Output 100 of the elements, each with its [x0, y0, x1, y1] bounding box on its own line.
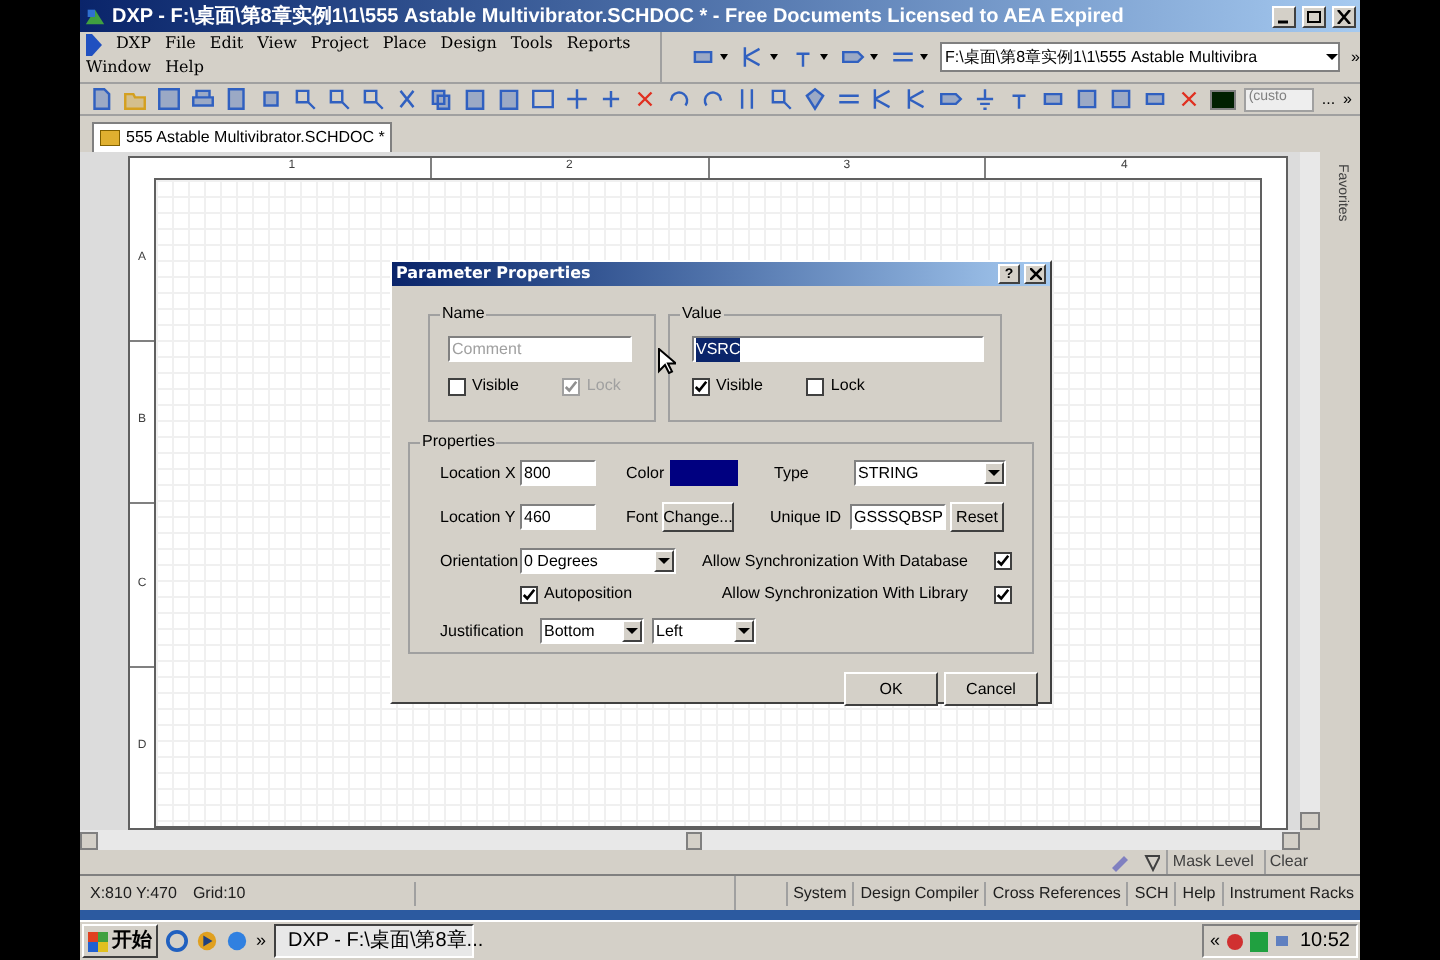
menu-item[interactable]: Reports — [566, 32, 631, 56]
document-icon[interactable] — [88, 86, 114, 112]
close-icon[interactable] — [1024, 264, 1046, 284]
dropdown-arrow-icon[interactable] — [1325, 53, 1338, 61]
panel-button[interactable]: Instrument Racks — [1221, 881, 1360, 905]
undo-icon[interactable] — [666, 86, 692, 112]
vertical-justification-dropdown[interactable]: Bottom — [540, 618, 644, 644]
panel-button[interactable]: SCH — [1126, 881, 1175, 905]
checkbox[interactable] — [692, 377, 710, 395]
checkbox-label: Autoposition — [544, 582, 633, 606]
scroll-thumb[interactable] — [686, 831, 702, 849]
dropdown-arrow-icon[interactable] — [819, 54, 828, 60]
document-tab[interactable]: 555 Astable Multivibrator.SCHDOC * — [92, 122, 393, 152]
menu-item[interactable]: View — [257, 32, 297, 56]
menu-item[interactable]: Edit — [209, 32, 244, 56]
network-icon[interactable] — [1273, 931, 1294, 951]
sheet-symbol-icon[interactable] — [1108, 86, 1134, 112]
menu-item[interactable]: Place — [382, 32, 427, 56]
chip-icon[interactable] — [258, 86, 284, 112]
checkmark-icon — [996, 587, 1010, 601]
printer-icon[interactable] — [190, 86, 216, 112]
dialog-title: Parameter Properties — [396, 262, 593, 286]
scroll-down-button[interactable] — [1300, 812, 1320, 830]
checkbox[interactable] — [806, 377, 825, 395]
orientation-dropdown[interactable]: 0 Degrees — [520, 548, 676, 574]
color-swatch[interactable] — [1210, 89, 1237, 109]
reset-button[interactable]: Reset — [950, 502, 1004, 532]
color-swatch[interactable] — [670, 460, 738, 486]
menu-item[interactable]: File — [165, 32, 196, 56]
ground-icon[interactable] — [972, 86, 998, 112]
panel-button[interactable]: Design Compiler — [852, 881, 985, 905]
magnifier-icon[interactable] — [360, 86, 386, 112]
path-combo[interactable]: F:\桌面\第8章实例1\1\555 Astable Multivibra — [939, 42, 1340, 72]
crosshair-icon[interactable] — [564, 86, 590, 112]
menu-item[interactable]: Project — [310, 32, 369, 56]
toolbar-chevron[interactable]: » — [1351, 45, 1360, 69]
location-y-field[interactable]: 460 — [520, 504, 596, 530]
dropdown-arrow-icon[interactable] — [769, 54, 778, 60]
close-icon[interactable] — [1332, 5, 1356, 27]
checkmark-icon — [694, 379, 708, 393]
checkbox[interactable] — [448, 377, 466, 395]
maximize-icon[interactable] — [1302, 5, 1326, 27]
panel-button[interactable]: Help — [1174, 881, 1222, 905]
location-x-field[interactable]: 800 — [520, 460, 596, 486]
type-dropdown[interactable]: STRING — [854, 460, 1006, 486]
menu-item[interactable]: Help — [165, 56, 204, 80]
checkbox[interactable] — [994, 552, 1012, 570]
checkbox-label: Visible — [716, 374, 763, 398]
sheet-symbol-icon[interactable] — [1074, 86, 1100, 112]
scroll-right-button[interactable] — [1282, 831, 1300, 849]
checkbox[interactable] — [994, 585, 1012, 603]
move-icon[interactable] — [598, 86, 624, 112]
checkbox[interactable] — [520, 585, 538, 603]
cursor-coordinates: X:810 Y:470 — [88, 881, 177, 905]
panel-button[interactable]: Cross References — [984, 881, 1127, 905]
unique-id-field[interactable]: GSSSQBSP — [850, 504, 946, 530]
clock: 10:52 — [1299, 928, 1350, 956]
scroll-left-button[interactable] — [80, 831, 98, 849]
menu-item[interactable]: DXP — [116, 32, 151, 56]
horizontal-justification-dropdown[interactable]: Left — [652, 618, 756, 644]
clipboard-icon[interactable] — [462, 86, 488, 112]
mask-level-button[interactable]: Mask Level — [1166, 850, 1258, 874]
panel-button[interactable]: System — [785, 881, 853, 905]
dxp-logo-icon[interactable] — [86, 33, 102, 55]
more-label[interactable]: ... — [1321, 87, 1336, 111]
x-icon[interactable] — [1176, 86, 1202, 112]
dropdown-arrow-icon[interactable] — [919, 54, 928, 60]
copy-icon[interactable] — [428, 86, 454, 112]
group-label: Value — [680, 304, 724, 324]
app-icon — [84, 5, 106, 27]
change-font-button[interactable]: Change... — [662, 502, 734, 532]
vertical-scrollbar[interactable] — [1300, 152, 1320, 830]
selection-icon[interactable] — [530, 86, 556, 112]
menu-item[interactable]: Tools — [510, 32, 553, 56]
magnifier-icon[interactable] — [326, 86, 352, 112]
menu-item[interactable]: Design — [440, 32, 497, 56]
dropdown-arrow-icon[interactable] — [719, 54, 728, 60]
dropdown-arrow-icon[interactable] — [869, 54, 878, 60]
minimize-icon[interactable] — [1272, 5, 1296, 27]
windows-logo-icon — [88, 931, 108, 951]
x-icon[interactable] — [632, 86, 658, 112]
clipboard-icon[interactable] — [496, 86, 522, 112]
menu-item[interactable]: Window — [86, 56, 152, 80]
horizontal-scrollbar[interactable] — [80, 830, 1300, 850]
redo-icon[interactable] — [700, 86, 726, 112]
ok-button[interactable]: OK — [844, 672, 938, 706]
cancel-button[interactable]: Cancel — [944, 672, 1038, 706]
toolbar-chevron[interactable]: » — [1343, 87, 1360, 111]
page-icon[interactable] — [224, 86, 250, 112]
magnifier-icon[interactable] — [292, 86, 318, 112]
grid-size: Grid:10 — [176, 881, 417, 905]
media-player-icon[interactable] — [196, 930, 218, 952]
value-field[interactable]: VSRC — [692, 336, 984, 362]
taskbar-chevron[interactable]: » — [256, 927, 267, 955]
clear-button[interactable]: Clear — [1263, 850, 1312, 874]
checkbox-label: Visible — [472, 374, 519, 398]
field-label: Location Y — [440, 505, 518, 529]
tray-chevron[interactable]: « — [1209, 927, 1220, 955]
start-button[interactable]: 开始 — [82, 924, 158, 958]
magnifier-icon[interactable] — [768, 86, 794, 112]
